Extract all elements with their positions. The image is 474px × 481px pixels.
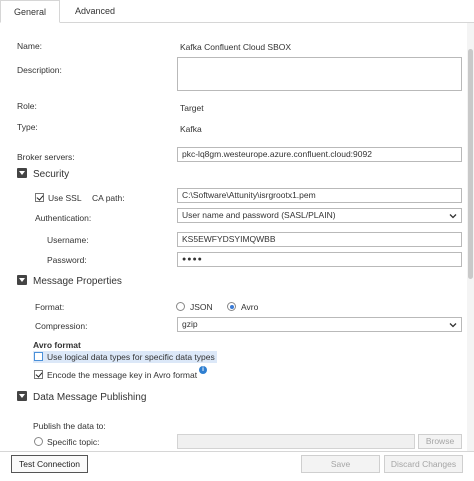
info-icon[interactable]: i [199, 366, 207, 374]
ca-path-label: CA path: [92, 193, 125, 203]
name-label: Name: [17, 41, 43, 51]
security-section-header[interactable]: Security [17, 167, 69, 180]
tab-advanced[interactable]: Advanced [64, 0, 126, 23]
scrollbar[interactable] [467, 23, 474, 451]
collapse-icon [17, 275, 27, 285]
broker-servers-input[interactable]: pkc-lq8gm.westeurope.azure.confluent.clo… [177, 147, 462, 162]
settings-form: Name: Kafka Confluent Cloud SBOX Descrip… [0, 23, 474, 451]
password-label: Password: [47, 255, 87, 265]
compression-select[interactable]: gzip [177, 317, 462, 332]
authentication-selected-value: User name and password (SASL/PLAIN) [182, 210, 336, 220]
data-publishing-section-header[interactable]: Data Message Publishing [17, 390, 146, 403]
message-properties-section-header[interactable]: Message Properties [17, 274, 122, 287]
save-button[interactable]: Save [301, 455, 380, 473]
format-avro-radio[interactable] [227, 302, 236, 311]
tab-bar: General Advanced [0, 0, 474, 23]
ca-path-input[interactable]: C:\Software\Attunity\isrgrootx1.pem [177, 188, 462, 203]
username-label: Username: [47, 235, 89, 245]
discard-changes-button[interactable]: Discard Changes [384, 455, 463, 473]
compression-label: Compression: [35, 321, 88, 331]
collapse-icon [17, 391, 27, 401]
collapse-icon [17, 168, 27, 178]
encode-key-checkbox[interactable] [34, 370, 43, 379]
description-field[interactable] [177, 57, 462, 91]
username-input[interactable]: KS5EWFYDSYIMQWBB [177, 232, 462, 247]
name-value: Kafka Confluent Cloud SBOX [180, 42, 292, 52]
browse-button[interactable]: Browse [418, 434, 462, 449]
format-avro-label: Avro [241, 302, 259, 312]
message-properties-title: Message Properties [33, 276, 122, 287]
role-label: Role: [17, 101, 37, 111]
test-connection-button[interactable]: Test Connection [11, 455, 88, 473]
use-ssl-label: Use SSL [48, 193, 82, 203]
footer-bar: Test Connection Save Discard Changes [0, 451, 474, 481]
role-value: Target [180, 103, 204, 113]
avro-format-title: Avro format [33, 340, 81, 350]
scrollbar-thumb[interactable] [468, 49, 473, 279]
logical-data-types-checkbox[interactable] [34, 352, 43, 361]
logical-data-types-label: Use logical data types for specific data… [47, 352, 215, 362]
encode-key-label: Encode the message key in Avro format [47, 370, 198, 380]
chevron-down-icon [449, 323, 457, 328]
format-label: Format: [35, 302, 65, 312]
specific-topic-label: Specific topic: [47, 437, 100, 447]
specific-topic-input[interactable] [177, 434, 415, 449]
security-title: Security [33, 169, 70, 180]
type-label: Type: [17, 122, 38, 132]
format-json-label: JSON [190, 302, 213, 312]
chevron-down-icon [449, 214, 457, 219]
type-value: Kafka [180, 124, 202, 134]
data-publishing-title: Data Message Publishing [33, 392, 147, 403]
authentication-label: Authentication: [35, 213, 92, 223]
authentication-select[interactable]: User name and password (SASL/PLAIN) [177, 208, 462, 223]
description-label: Description: [17, 65, 62, 75]
publish-data-label: Publish the data to: [33, 421, 106, 431]
compression-selected-value: gzip [182, 319, 198, 329]
password-input[interactable]: ●●●● [177, 252, 462, 267]
broker-servers-label: Broker servers: [17, 152, 75, 162]
specific-topic-radio[interactable] [34, 437, 43, 446]
format-json-radio[interactable] [176, 302, 185, 311]
tab-general[interactable]: General [0, 0, 60, 23]
use-ssl-checkbox[interactable] [35, 193, 44, 202]
